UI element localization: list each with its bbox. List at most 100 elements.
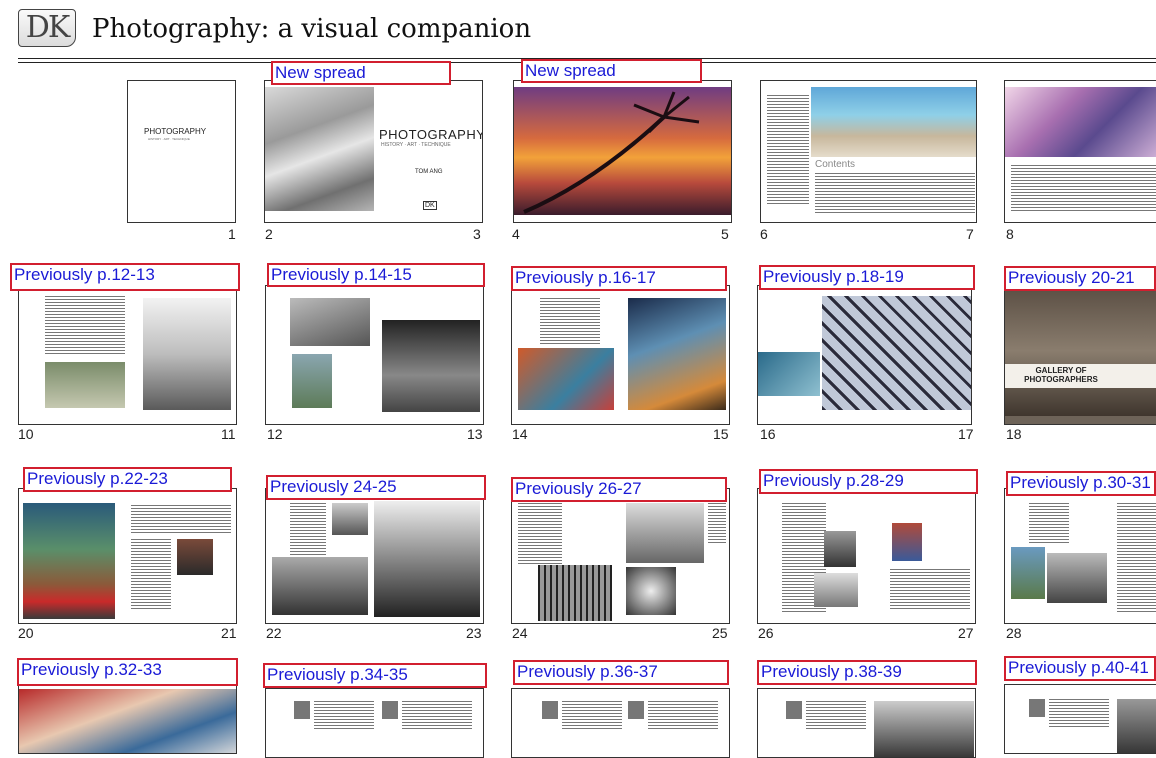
text-block <box>540 298 600 346</box>
page-number: 25 <box>712 625 728 641</box>
previously-label: Previously p.18-19 <box>759 265 975 290</box>
page-number: 13 <box>467 426 483 442</box>
photo-portrait <box>628 701 644 719</box>
page-number: 7 <box>966 226 974 242</box>
thumb-spread-4-5[interactable] <box>513 80 732 223</box>
photo-trees <box>45 362 125 408</box>
thumb-spread-22-23[interactable] <box>265 488 484 624</box>
dk-logo: DK <box>18 9 76 47</box>
thumb-spread-16-17[interactable] <box>757 285 972 425</box>
text-block <box>562 701 622 731</box>
thumb-spread-8-9[interactable] <box>1004 80 1156 223</box>
thumb-spread-20-21[interactable] <box>18 488 237 624</box>
new-spread-label: New spread <box>521 59 702 83</box>
text-block <box>518 503 562 565</box>
contents-columns-2 <box>1011 165 1156 213</box>
page-number: 28 <box>1006 625 1022 641</box>
photo-gallery-wall <box>1005 286 1156 416</box>
previously-label: Previously p.38-39 <box>757 660 977 685</box>
thumb-page-1[interactable]: PHOTOGRAPHY HISTORY · ART · TECHNIQUE <box>127 80 236 223</box>
text-block <box>45 296 125 356</box>
thumb-spread-26-27[interactable] <box>757 488 976 624</box>
thumb-spread-10-11[interactable] <box>18 285 237 425</box>
photo-bw-woman <box>143 298 231 410</box>
thumb-spread-32-33[interactable] <box>18 684 237 754</box>
page-title: Photography: a visual companion <box>92 14 532 44</box>
page-number: 2 <box>265 226 273 242</box>
photo-portrait <box>786 701 802 719</box>
new-spread-label: New spread <box>271 61 451 85</box>
previously-label: Previously p.32-33 <box>17 658 238 686</box>
text-block <box>1049 699 1109 729</box>
previously-label: Previously p.16-17 <box>511 266 727 291</box>
thumb-spread-18-19[interactable]: GALLERY OF PHOTOGRAPHERS <box>1004 285 1156 425</box>
photo-portrait <box>542 701 558 719</box>
photo-mother-child <box>265 87 374 211</box>
cover-title: PHOTOGRAPHY <box>144 127 207 136</box>
photo-portrait <box>177 539 213 575</box>
thumb-spread-24-25[interactable] <box>511 488 730 624</box>
page-number: 26 <box>758 625 774 641</box>
text-block <box>131 505 231 533</box>
photo-dancers <box>382 320 480 412</box>
photo-beach-group <box>811 87 976 157</box>
page-number: 12 <box>267 426 283 442</box>
thumb-spread-12-13[interactable] <box>265 285 484 425</box>
previously-label: Previously p.28-29 <box>759 469 978 494</box>
previously-label: Previously 24-25 <box>266 475 486 500</box>
page-number: 14 <box>512 426 528 442</box>
previously-label: Previously p.12-13 <box>10 263 240 291</box>
page-number: 10 <box>18 426 34 442</box>
page-number: 27 <box>958 625 974 641</box>
thumb-spread-2-3[interactable]: PHOTOGRAPHY HISTORY · ART · TECHNIQUE TO… <box>264 80 483 223</box>
photo-mountains <box>626 503 704 563</box>
photo-tree-silhouette <box>814 573 858 607</box>
thumb-spread-36-37[interactable] <box>511 688 730 758</box>
thumb-spread-6-7[interactable]: Contents <box>760 80 977 223</box>
page-number: 21 <box>221 625 237 641</box>
palm-tree-silhouette <box>523 91 700 214</box>
photo-skyscraper <box>374 501 480 617</box>
photo-architecture <box>1005 87 1156 157</box>
thumb-spread-14-15[interactable] <box>511 285 730 425</box>
photo-portrait <box>892 523 922 561</box>
text-block <box>708 503 726 543</box>
photo-forest <box>538 565 612 621</box>
text-block <box>1117 503 1156 613</box>
text-block <box>806 701 866 731</box>
photo-portrait <box>1029 699 1045 717</box>
page-number: 15 <box>713 426 729 442</box>
photo-people <box>1047 553 1107 603</box>
contents-columns <box>815 173 975 213</box>
previously-label: Previously p.36-37 <box>513 660 729 685</box>
thumb-spread-34-35[interactable] <box>265 688 484 758</box>
photo-seal <box>758 352 820 396</box>
text-block <box>1029 503 1069 543</box>
photo-woman-blue <box>628 298 726 410</box>
previously-label: Previously p.22-23 <box>23 467 232 492</box>
photo-portrait <box>382 701 398 719</box>
text-block <box>131 539 171 609</box>
page-number: 23 <box>466 625 482 641</box>
header: DK Photography: a visual companion <box>0 0 1156 64</box>
thumb-spread-38-39[interactable] <box>757 688 976 758</box>
previously-label: Previously p.30-31 <box>1006 471 1156 496</box>
page-number: 24 <box>512 625 528 641</box>
text-block <box>402 701 472 731</box>
photo-glass-structure <box>822 296 971 410</box>
cover-title-right: PHOTOGRAPHY <box>379 127 483 142</box>
thumb-spread-40-41[interactable] <box>1004 684 1156 754</box>
page-number: 4 <box>512 226 520 242</box>
photo-girl-red <box>518 348 614 410</box>
page-number: 16 <box>760 426 776 442</box>
contents-list <box>767 95 809 205</box>
photo-landscape <box>1011 547 1045 599</box>
page-number: 20 <box>18 625 34 641</box>
text-block <box>890 569 970 609</box>
cover-imprint: DK <box>423 201 437 210</box>
thumb-spread-28-29[interactable] <box>1004 488 1156 624</box>
photo-bw-men <box>874 701 974 757</box>
page-number: 5 <box>721 226 729 242</box>
photo-group <box>290 298 370 346</box>
photo-portrait <box>294 701 310 719</box>
